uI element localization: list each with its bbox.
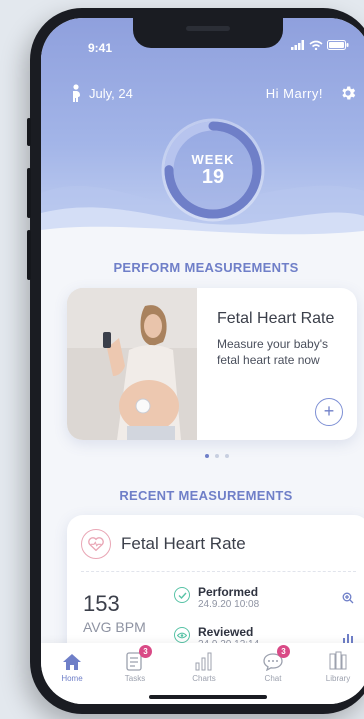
tab-home[interactable]: Home [47,649,97,683]
tab-label: Library [325,674,351,683]
library-icon [329,651,347,670]
home-icon [63,654,81,670]
fetal-heart-rate-measure-card[interactable]: Fetal Heart Rate Measure your baby's fet… [67,288,357,440]
eye-icon [174,627,190,643]
status-performed: Performed 24.9.20 10:08 [174,585,259,610]
bpm-unit: AVG BPM [83,619,146,635]
status-label: Reviewed [198,625,254,639]
tab-label: Tasks [124,674,146,683]
header-top-row: July, 24 Hi Marry! [71,84,361,106]
status-date: 24.9.20 10:08 [198,599,260,610]
app-screen: 9:41 July, 24 Hi Marry! WEEK 19 PERFORM … [41,18,364,704]
week-display: WEEK 19 [159,152,267,187]
recent-measurements-title: RECENT MEASUREMENTS [119,488,293,503]
speaker [186,26,230,31]
week-progress-ring[interactable]: WEEK 19 [159,116,267,224]
heart-icon [88,537,104,551]
carousel-pagination [205,454,229,458]
signal-icon [291,40,304,50]
zoom-icon [342,592,354,604]
chat-badge: 3 [277,645,290,658]
perform-measurements-title: PERFORM MEASUREMENTS [113,260,299,275]
status-icons [291,40,349,50]
greeting-text: Hi Marry! [265,86,323,101]
bpm-value: 153 [83,591,120,616]
status-label: Performed [198,585,259,599]
settings-button[interactable] [339,84,357,107]
carousel-dot[interactable] [225,454,229,458]
tab-charts[interactable]: Charts [179,649,229,683]
tab-label: Home [61,674,83,683]
week-number: 19 [201,166,225,188]
tab-label: Charts [192,674,216,683]
status-time: 9:41 [88,41,113,55]
check-icon [174,587,190,603]
date-display: July, 24 [71,84,133,102]
mute-switch [27,118,31,146]
battery-icon [327,40,349,50]
start-measurement-button[interactable]: + [315,398,343,426]
zoom-button[interactable] [342,591,354,609]
mother-photo [67,288,197,440]
tab-chat[interactable]: 3 Chat [248,645,298,683]
carousel-dot[interactable] [205,454,209,458]
tab-tasks[interactable]: 3 Tasks [110,645,160,683]
week-label: WEEK [191,152,235,167]
gear-icon [342,86,356,100]
tab-library[interactable]: Library [313,649,363,683]
notch [133,18,283,48]
home-indicator [149,695,267,699]
recent-card-title: Fetal Heart Rate [121,534,246,553]
divider [81,571,356,572]
date-text: July, 24 [89,85,133,101]
tasks-badge: 3 [139,645,152,658]
pregnant-woman-icon [73,84,80,102]
wifi-icon [309,40,323,50]
charts-icon [195,652,212,671]
card-description: Measure your baby's fetal heart rate now [217,337,329,367]
volume-down-button [27,230,31,280]
carousel-dot[interactable] [215,454,219,458]
heart-badge [81,529,111,559]
card-title: Fetal Heart Rate [217,310,335,327]
volume-up-button [27,168,31,218]
phone-frame: 9:41 July, 24 Hi Marry! WEEK 19 PERFORM … [27,8,364,714]
tab-label: Chat [264,674,282,683]
